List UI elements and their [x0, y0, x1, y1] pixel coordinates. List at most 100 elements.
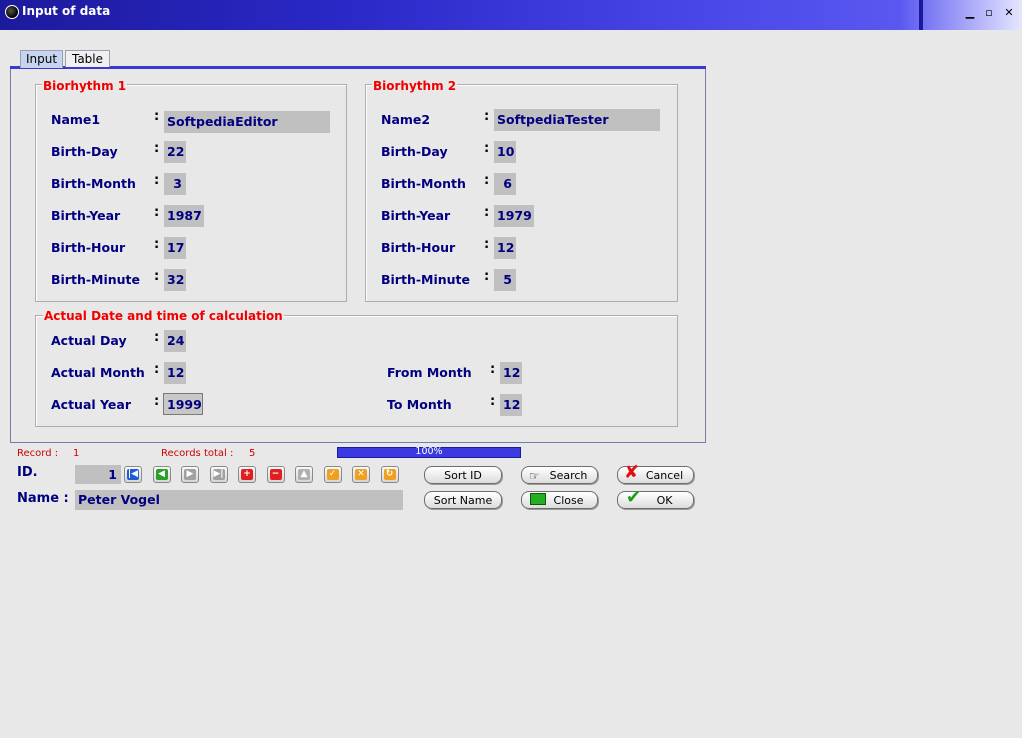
- cancel-edit-button[interactable]: ✕: [352, 466, 370, 483]
- colon: :: [484, 173, 490, 188]
- next-record-button[interactable]: ▶: [181, 466, 199, 483]
- window-title: Input of data: [22, 4, 111, 18]
- to-month-field[interactable]: 12: [500, 394, 522, 416]
- sort-name-button[interactable]: Sort Name: [424, 491, 502, 509]
- first-record-button[interactable]: |◀: [124, 466, 142, 483]
- birth-month2-label: Birth-Month: [381, 176, 466, 191]
- close-button-label: Close: [553, 494, 584, 507]
- progress-text: 100%: [415, 446, 443, 457]
- birth-day2-field[interactable]: 10: [494, 141, 516, 163]
- close-button[interactable]: Close: [521, 491, 598, 509]
- colon: :: [484, 141, 490, 156]
- tab-input[interactable]: Input: [20, 50, 63, 68]
- folder-icon: [530, 493, 546, 505]
- id-field[interactable]: 1: [75, 465, 121, 484]
- add-record-icon: +: [241, 469, 253, 480]
- previous-record-icon: ◀: [155, 469, 168, 480]
- ok-button[interactable]: ✔ OK: [617, 487, 694, 509]
- ok-check-icon: ✔: [626, 487, 642, 508]
- edit-record-icon: ▲: [298, 469, 310, 480]
- biorhythm1-title: Biorhythm 1: [42, 79, 128, 93]
- cancel-edit-icon: ✕: [355, 469, 367, 480]
- colon: :: [154, 141, 160, 156]
- birth-month1-label: Birth-Month: [51, 176, 136, 191]
- close-window-button[interactable]: ✕: [1001, 6, 1017, 20]
- maximize-button[interactable]: ▫: [981, 6, 997, 20]
- actual-month-label: Actual Month: [51, 365, 145, 380]
- colon: :: [154, 109, 160, 124]
- sort-id-button[interactable]: Sort ID: [424, 466, 502, 484]
- birth-month2-field[interactable]: 6: [494, 173, 516, 195]
- birth-day1-label: Birth-Day: [51, 144, 118, 159]
- colon: :: [490, 362, 496, 377]
- colon: :: [154, 362, 160, 377]
- birth-minute2-field[interactable]: 5: [494, 269, 516, 291]
- post-record-button[interactable]: ✓: [323, 466, 342, 483]
- refresh-icon: ↻: [383, 469, 396, 480]
- record-number: 1: [73, 448, 80, 459]
- from-month-field[interactable]: 12: [500, 362, 522, 384]
- actual-day-label: Actual Day: [51, 333, 127, 348]
- previous-record-button[interactable]: ◀: [152, 466, 171, 483]
- birth-year2-label: Birth-Year: [381, 208, 451, 223]
- colon: :: [484, 269, 490, 284]
- app-icon: [5, 5, 19, 19]
- actual-day-field[interactable]: 24: [164, 330, 186, 352]
- last-record-button[interactable]: ▶|: [209, 466, 228, 483]
- name2-field[interactable]: SoftpediaTester: [494, 109, 660, 131]
- birth-minute1-label: Birth-Minute: [51, 272, 141, 287]
- name-field[interactable]: Peter Vogel: [75, 490, 403, 510]
- name-label: Name :: [17, 491, 69, 506]
- birth-hour1-label: Birth-Hour: [51, 240, 126, 255]
- minimize-button[interactable]: ▁: [962, 6, 978, 20]
- records-total-label: Records total :: [161, 448, 234, 459]
- actual-year-label: Actual Year: [51, 397, 132, 412]
- tab-panel-top-edge: [10, 66, 706, 69]
- delete-record-icon: −: [269, 469, 282, 480]
- add-record-button[interactable]: +: [238, 466, 256, 483]
- from-month-label: From Month: [387, 365, 472, 380]
- birth-hour2-field[interactable]: 12: [494, 237, 516, 259]
- title-bar-divider: [919, 0, 923, 30]
- delete-record-button[interactable]: −: [266, 466, 285, 483]
- birth-minute1-field[interactable]: 32: [164, 269, 186, 291]
- title-bar: Input of data: [0, 0, 1022, 30]
- search-button[interactable]: ☞ Search: [521, 466, 598, 484]
- birth-hour2-label: Birth-Hour: [381, 240, 456, 255]
- records-total-value: 5: [249, 448, 256, 459]
- id-label: ID.: [17, 465, 38, 480]
- name2-label: Name2: [381, 112, 431, 127]
- tab-table[interactable]: Table: [65, 50, 110, 67]
- ok-button-label: OK: [656, 494, 673, 507]
- next-record-icon: ▶: [184, 469, 196, 480]
- birth-year2-field[interactable]: 1979: [494, 205, 534, 227]
- cancel-button-label: Cancel: [645, 469, 684, 482]
- birth-hour1-field[interactable]: 17: [164, 237, 186, 259]
- colon: :: [484, 205, 490, 220]
- refresh-button[interactable]: ↻: [380, 466, 399, 483]
- actual-date-title: Actual Date and time of calculation: [43, 309, 284, 323]
- colon: :: [484, 109, 490, 124]
- birth-year1-field[interactable]: 1987: [164, 205, 204, 227]
- last-record-icon: ▶|: [212, 469, 225, 480]
- colon: :: [490, 394, 496, 409]
- first-record-icon: |◀: [127, 469, 139, 480]
- colon: :: [154, 330, 160, 345]
- progress-bar: 100%: [337, 446, 521, 458]
- colon: :: [154, 173, 160, 188]
- colon: :: [154, 394, 160, 409]
- cancel-button[interactable]: ✘ Cancel: [617, 462, 694, 484]
- birth-day1-field[interactable]: 22: [164, 141, 186, 163]
- birth-month1-field[interactable]: 3: [164, 173, 186, 195]
- edit-record-button[interactable]: ▲: [295, 466, 313, 483]
- search-icon: ☞: [529, 469, 540, 483]
- name1-field[interactable]: SoftpediaEditor: [164, 111, 330, 133]
- birth-minute2-label: Birth-Minute: [381, 272, 471, 287]
- colon: :: [154, 237, 160, 252]
- cancel-x-icon: ✘: [624, 462, 640, 483]
- colon: :: [154, 269, 160, 284]
- actual-month-field[interactable]: 12: [164, 362, 186, 384]
- actual-year-field[interactable]: 1999: [163, 393, 203, 415]
- name1-label: Name1: [51, 112, 101, 127]
- search-button-label: Search: [549, 469, 588, 482]
